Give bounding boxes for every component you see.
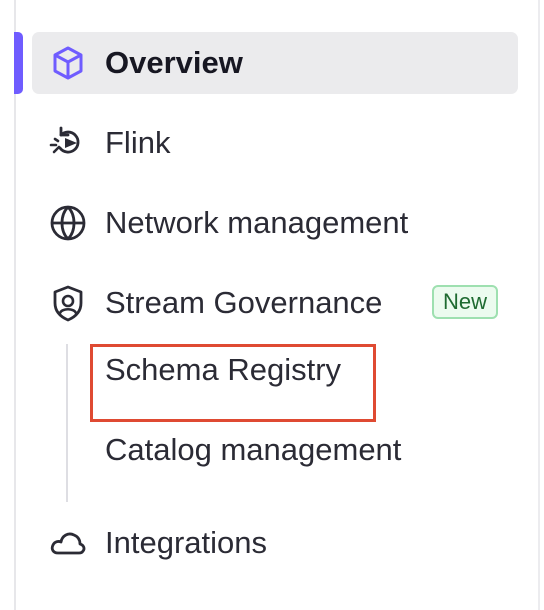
nav-item-label: Integrations	[105, 525, 267, 560]
subnav-item-label: Schema Registry	[105, 352, 342, 387]
right-divider	[538, 0, 540, 610]
subnav-line	[66, 344, 68, 502]
new-badge: New	[432, 285, 499, 319]
side-navigation: Overview Flink Network management Stream…	[0, 0, 544, 610]
subnav-item-schema-registry[interactable]: Schema Registry	[93, 352, 453, 414]
nav-item-integrations[interactable]: Integrations	[32, 512, 518, 574]
nav-item-label: Network management	[105, 205, 409, 240]
nav-item-label: Flink	[105, 125, 171, 160]
active-indicator	[14, 32, 23, 94]
cloud-icon	[48, 523, 88, 563]
shield-icon	[48, 283, 88, 323]
subnav-item-catalog-management[interactable]: Catalog management	[93, 432, 453, 494]
cube-icon	[48, 43, 88, 83]
nav-item-flink[interactable]: Flink	[32, 112, 518, 174]
nav-item-overview[interactable]: Overview	[32, 32, 518, 94]
nav-item-stream-governance[interactable]: Stream Governance New	[32, 272, 518, 334]
globe-icon	[48, 203, 88, 243]
nav-item-label: Stream Governance	[105, 285, 383, 320]
nav-item-network-management[interactable]: Network management	[32, 192, 518, 254]
subnav-item-label: Catalog management	[105, 432, 402, 467]
nav-item-label: Overview	[105, 45, 243, 80]
flink-icon	[48, 123, 88, 163]
